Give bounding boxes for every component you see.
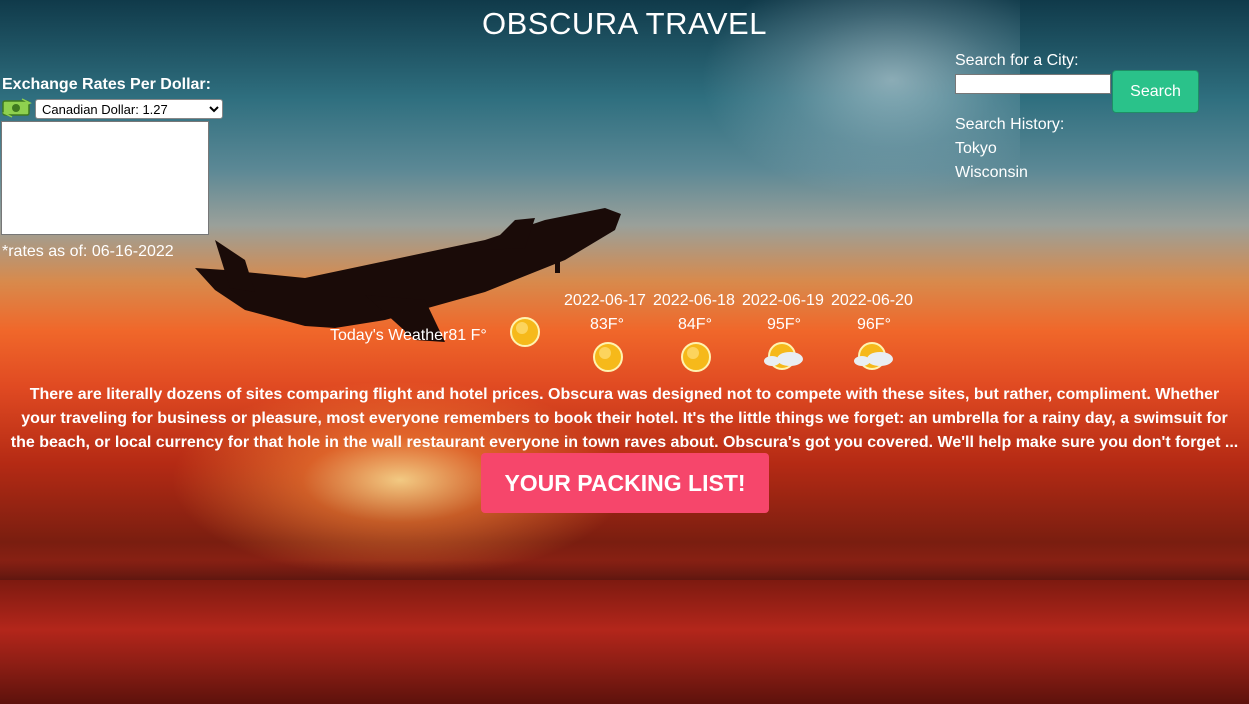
- exchange-rates-label: Exchange Rates Per Dollar:: [2, 76, 211, 93]
- forecast-date-1: 2022-06-17: [564, 292, 646, 309]
- about-line-2: your traveling for business or pleasure,…: [21, 410, 1228, 427]
- partly-cloudy-icon: [854, 342, 893, 370]
- search-button[interactable]: Search: [1112, 70, 1199, 113]
- forecast-date-3: 2022-06-19: [742, 292, 824, 309]
- search-input[interactable]: [955, 74, 1111, 94]
- currency-select[interactable]: Canadian Dollar: 1.27: [35, 99, 223, 119]
- app-title: OBSCURA TRAVEL: [482, 6, 767, 41]
- history-item-wisconsin[interactable]: Wisconsin: [955, 164, 1028, 182]
- money-exchange-icon: [2, 98, 32, 118]
- page: OBSCURA TRAVEL Exchange Rates Per Dollar…: [0, 0, 1249, 704]
- packing-list-button[interactable]: YOUR PACKING LIST!: [481, 453, 769, 513]
- forecast-temp-4: 96F°: [857, 316, 891, 333]
- todays-weather-label: Today's Weather: [330, 327, 449, 344]
- about-line-3: the beach, or local currency for that ho…: [10, 434, 1239, 451]
- search-history-label: Search History:: [955, 116, 1065, 133]
- about-line-1: There are literally dozens of sites comp…: [29, 386, 1220, 403]
- forecast-date-4: 2022-06-20: [831, 292, 913, 309]
- forecast-temp-2: 84F°: [678, 316, 712, 333]
- rates-date: *rates as of: 06-16-2022: [2, 243, 174, 260]
- sun-icon: [510, 317, 540, 347]
- sun-icon: [593, 342, 623, 372]
- forecast-date-2: 2022-06-18: [653, 292, 735, 309]
- history-item-tokyo[interactable]: Tokyo: [955, 140, 997, 158]
- partly-cloudy-icon: [764, 342, 803, 370]
- todays-weather: Today's Weather81 F°: [330, 327, 487, 345]
- search-label: Search for a City:: [955, 52, 1079, 69]
- forecast-temp-3: 95F°: [767, 316, 801, 333]
- todays-weather-temp: 81 F°: [448, 327, 487, 344]
- forecast-temp-1: 83F°: [590, 316, 624, 333]
- sun-icon: [681, 342, 711, 372]
- rates-textarea[interactable]: [1, 121, 209, 235]
- sea: [0, 580, 1249, 704]
- about-paragraph: There are literally dozens of sites comp…: [0, 383, 1249, 455]
